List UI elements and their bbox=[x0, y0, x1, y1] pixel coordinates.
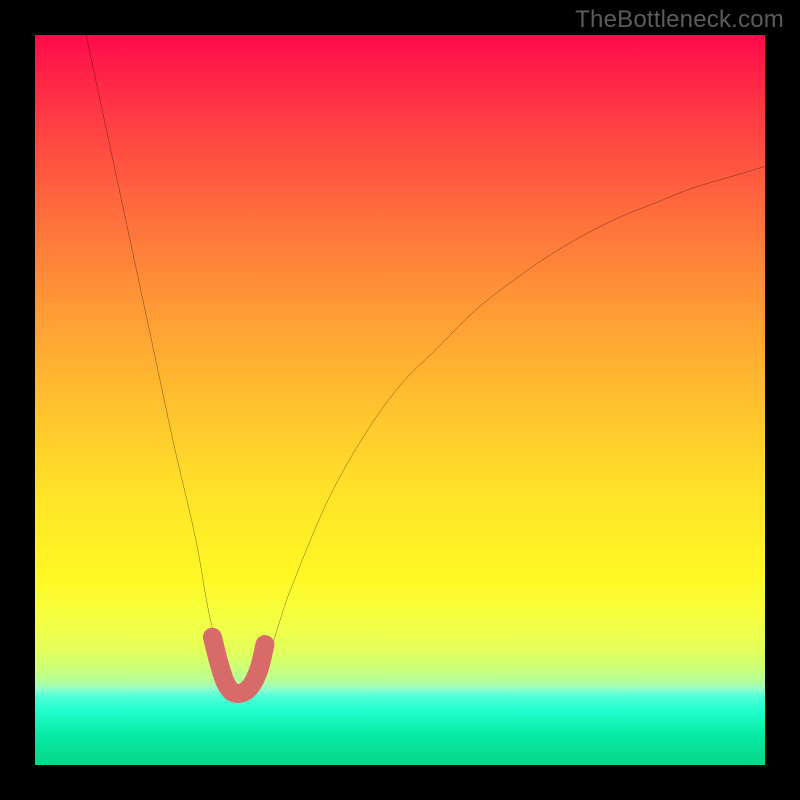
curve-line bbox=[86, 35, 765, 694]
watermark-text: TheBottleneck.com bbox=[575, 6, 784, 34]
minimum-band-line bbox=[212, 637, 265, 693]
chart-svg bbox=[35, 35, 765, 765]
chart-plot-area bbox=[35, 35, 765, 765]
